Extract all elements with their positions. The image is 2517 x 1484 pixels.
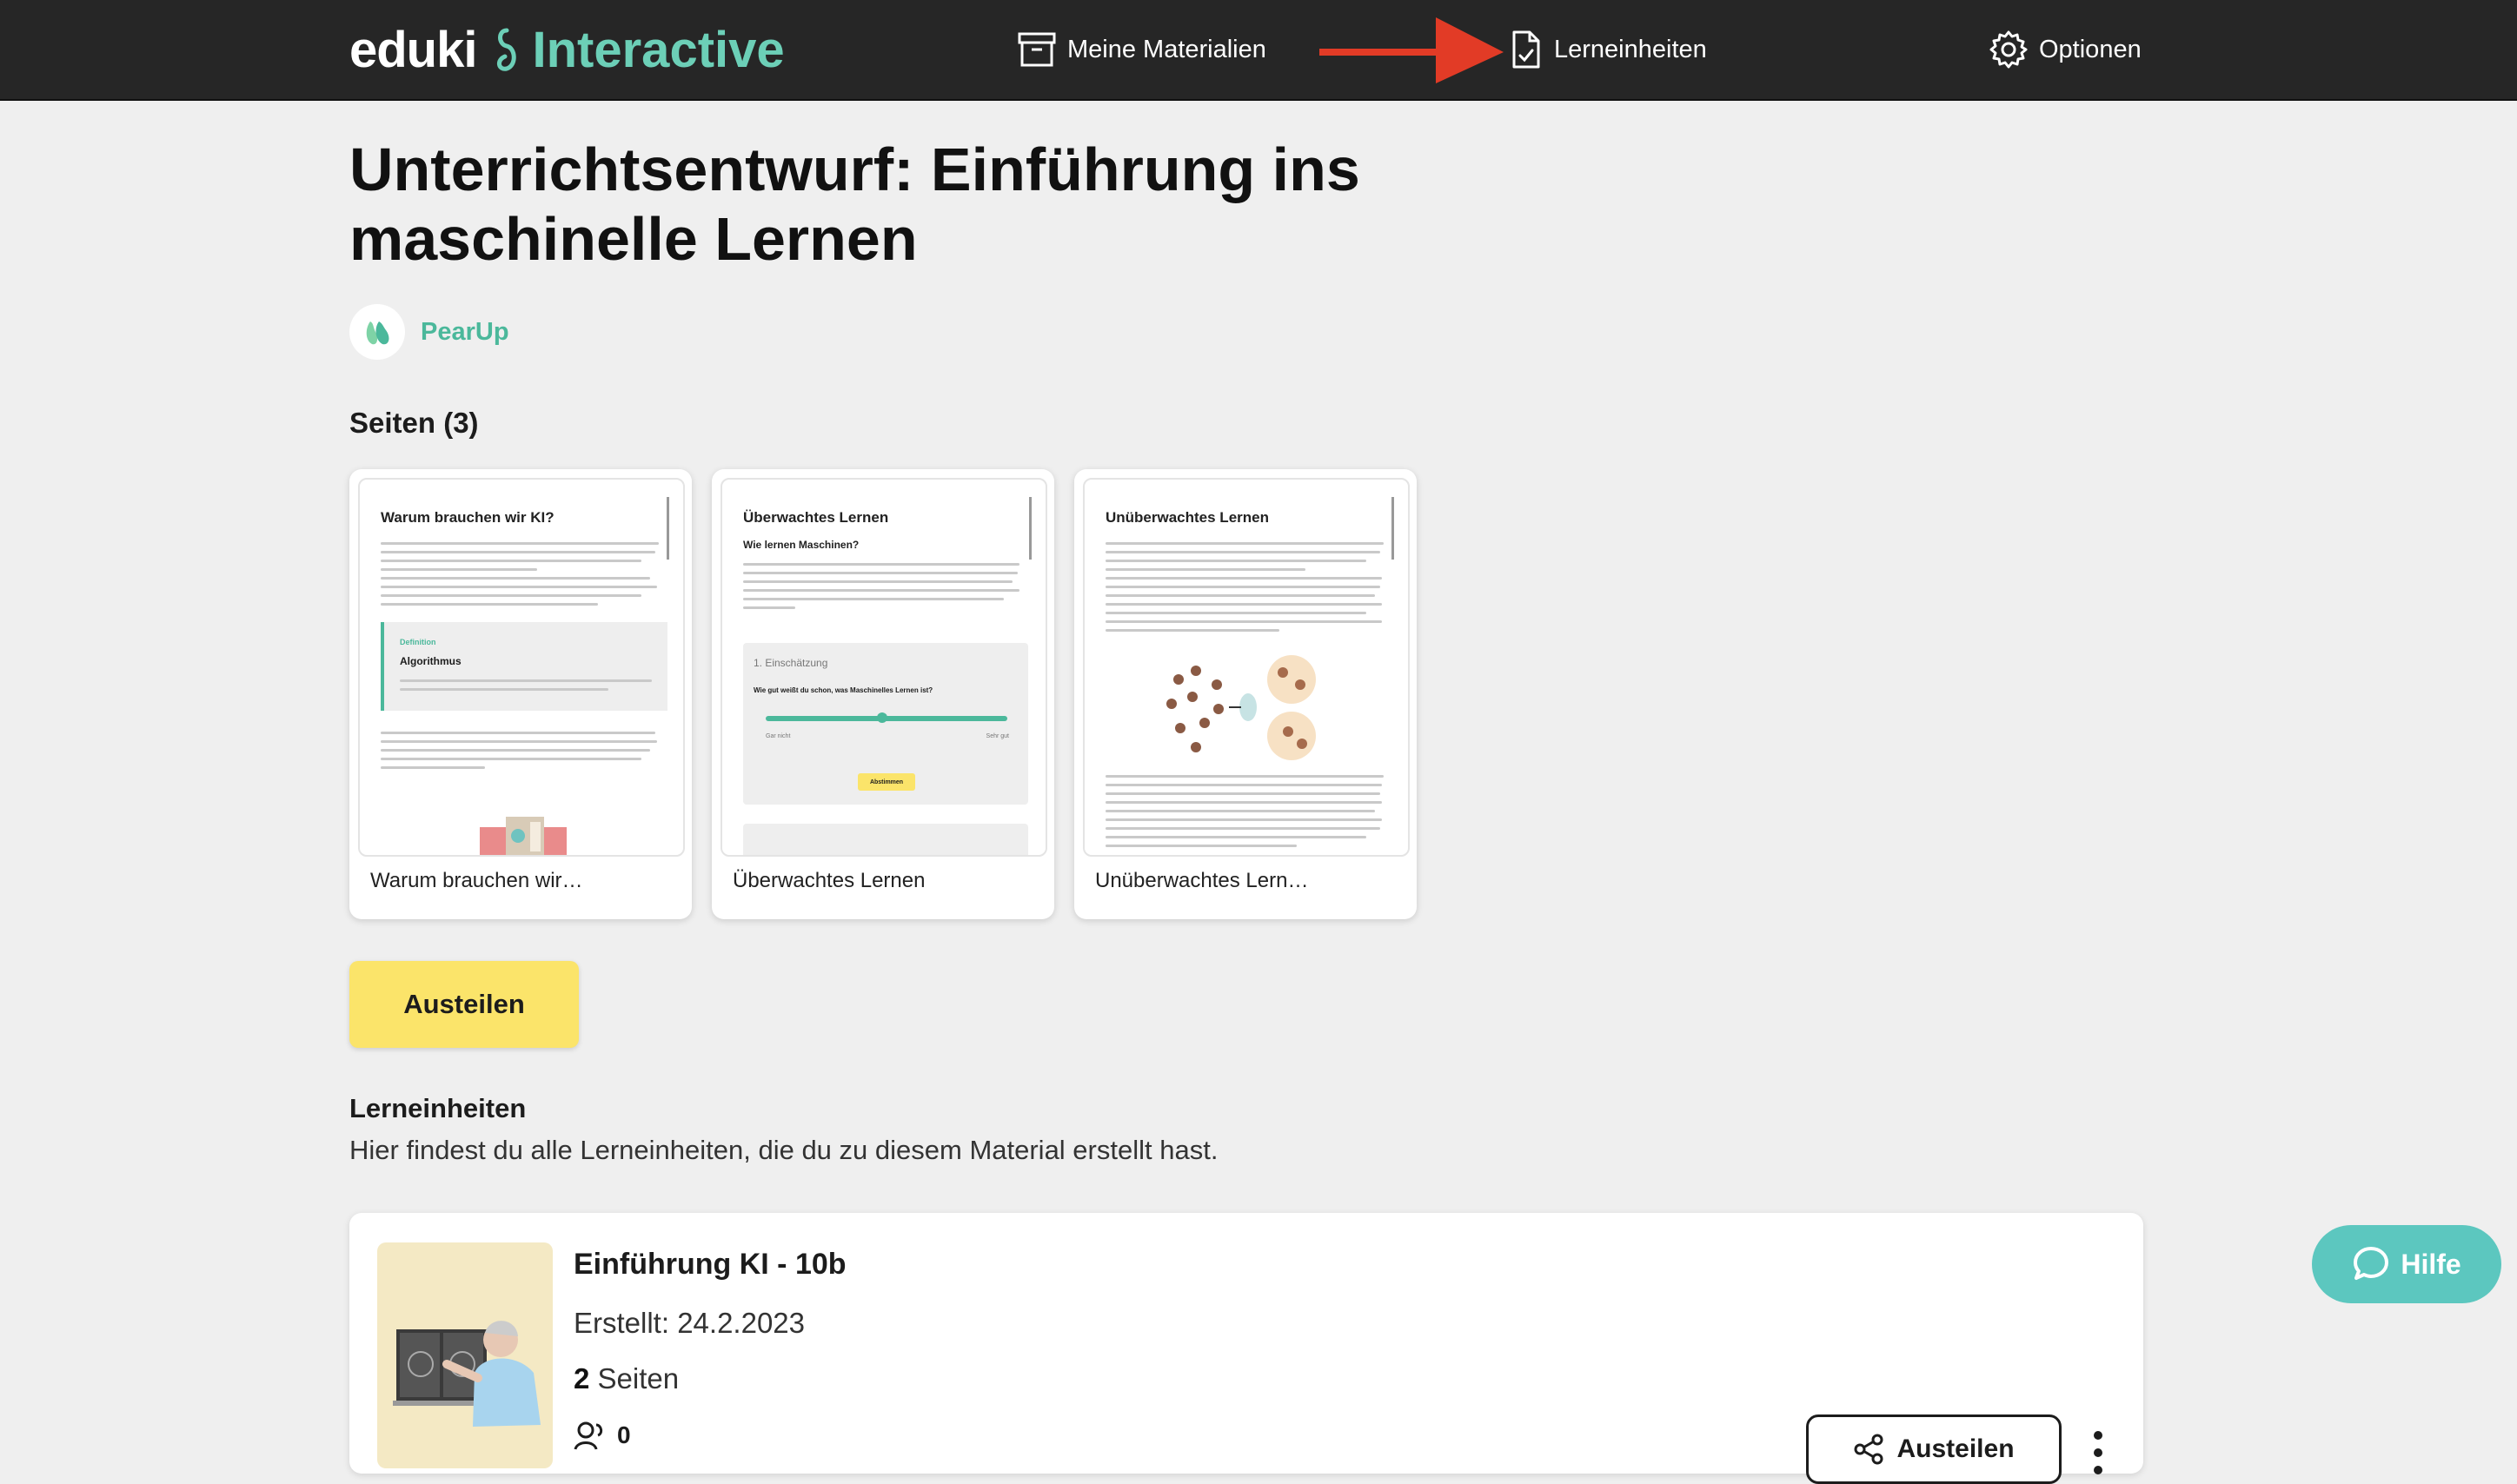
- pear-logo-icon: [366, 321, 389, 345]
- page-card[interactable]: Überwachtes Lernen Wie lernen Maschinen?…: [712, 469, 1054, 919]
- thumbnail-title: Warum brauchen wir KI?: [381, 509, 555, 526]
- help-label: Hilfe: [2401, 1248, 2461, 1280]
- chat-bubble-icon: [2354, 1247, 2389, 1280]
- archive-icon: [1018, 32, 1056, 67]
- top-navbar: eduki Interactive Meine Materialien Lern…: [0, 0, 2517, 101]
- quiz-box: 1. Einschätzung Wie gut weißt du schon, …: [743, 643, 1028, 805]
- logo-subtext: Interactive: [532, 21, 785, 78]
- slider-max-label: Sehr gut: [986, 733, 1009, 739]
- gear-icon: [1989, 30, 2028, 69]
- window-illustration: [480, 817, 567, 855]
- thumbnail-scrollbar: [1029, 497, 1032, 560]
- pages-heading: Seiten (3): [349, 407, 479, 439]
- users-icon: [574, 1421, 603, 1450]
- logo-text: eduki: [349, 21, 477, 78]
- unit-share-button[interactable]: Austeilen: [1806, 1414, 2062, 1484]
- units-description: Hier findest du alle Lerneinheiten, die …: [349, 1135, 1219, 1165]
- page-card-label: Warum brauchen wir…: [370, 869, 583, 892]
- nav-lerneinheiten[interactable]: Lerneinheiten: [1509, 24, 1707, 75]
- share-icon: [1854, 1434, 1883, 1465]
- author-avatar: [349, 304, 405, 360]
- thumbnail-subtitle: Wie lernen Maschinen?: [743, 539, 860, 551]
- definition-term: Algorithmus: [400, 655, 462, 667]
- page-card-label: Unüberwachtes Lern…: [1095, 869, 1309, 892]
- nav-label: Optionen: [2039, 35, 2142, 63]
- units-heading: Lerneinheiten: [349, 1093, 527, 1123]
- page-thumbnail: Unüberwachtes Lernen: [1083, 478, 1410, 857]
- author-name: PearUp: [421, 317, 509, 346]
- share-button[interactable]: Austeilen: [349, 961, 579, 1048]
- thumbnail-scrollbar: [667, 497, 669, 560]
- unit-pages-label: Seiten: [597, 1362, 680, 1395]
- page-thumbnail: Warum brauchen wir KI? Definition Algori…: [358, 478, 685, 857]
- unit-pages-number: 2: [574, 1362, 590, 1395]
- quiz-box-2: [743, 824, 1028, 855]
- thumbnail-scrollbar: [1391, 497, 1394, 560]
- slider-min-label: Gar nicht: [766, 733, 791, 739]
- teacher-illustration: [393, 1321, 541, 1427]
- document-check-icon: [1512, 30, 1540, 69]
- nav-label: Meine Materialien: [1067, 35, 1266, 63]
- vote-button: Abstimmen: [858, 773, 915, 791]
- material-title: Unterrichtsentwurf: Einführung ins masch…: [349, 136, 1360, 273]
- eduki-interactive-logo[interactable]: eduki Interactive: [349, 19, 785, 80]
- unit-title[interactable]: Einführung KI - 10b: [574, 1248, 847, 1282]
- nav-optionen[interactable]: Optionen: [1989, 24, 2142, 75]
- unit-thumbnail: [377, 1242, 553, 1468]
- unit-pages-count: 2 Seiten: [574, 1362, 679, 1395]
- page-thumbnail: Überwachtes Lernen Wie lernen Maschinen?…: [721, 478, 1047, 857]
- logo-mark-icon: [496, 28, 516, 71]
- unit-created-date: Erstellt: 24.2.2023: [574, 1307, 805, 1339]
- thumbnail-title: Überwachtes Lernen: [743, 509, 889, 526]
- animal-clustering-illustration: [1166, 655, 1316, 760]
- help-button[interactable]: Hilfe: [2312, 1225, 2501, 1303]
- quiz-label: 1. Einschätzung: [754, 657, 828, 669]
- thumbnail-title: Unüberwachtes Lernen: [1106, 509, 1269, 526]
- page-card-label: Überwachtes Lernen: [733, 869, 926, 892]
- definition-label: Definition: [400, 638, 436, 646]
- quiz-question: Wie gut weißt du schon, was Maschinelles…: [754, 686, 933, 694]
- nav-label: Lerneinheiten: [1554, 35, 1707, 63]
- author-row[interactable]: PearUp: [349, 304, 509, 360]
- red-arrow-annotation: [1319, 17, 1504, 83]
- unit-students: 0: [574, 1420, 631, 1451]
- nav-meine-materialien[interactable]: Meine Materialien: [1017, 24, 1266, 75]
- unit-students-count: 0: [617, 1421, 631, 1448]
- page-card[interactable]: Warum brauchen wir KI? Definition Algori…: [349, 469, 692, 919]
- page-card[interactable]: Unüberwachtes Lernen Unüberwachtes Lern…: [1074, 469, 1417, 919]
- slider-handle: [877, 712, 887, 723]
- learning-unit-card[interactable]: Einführung KI - 10b Erstellt: 24.2.2023 …: [349, 1213, 2143, 1484]
- definition-box: Definition Algorithmus: [381, 622, 667, 711]
- more-options-icon[interactable]: [2089, 1427, 2107, 1479]
- unit-share-label: Austeilen: [1896, 1434, 2015, 1463]
